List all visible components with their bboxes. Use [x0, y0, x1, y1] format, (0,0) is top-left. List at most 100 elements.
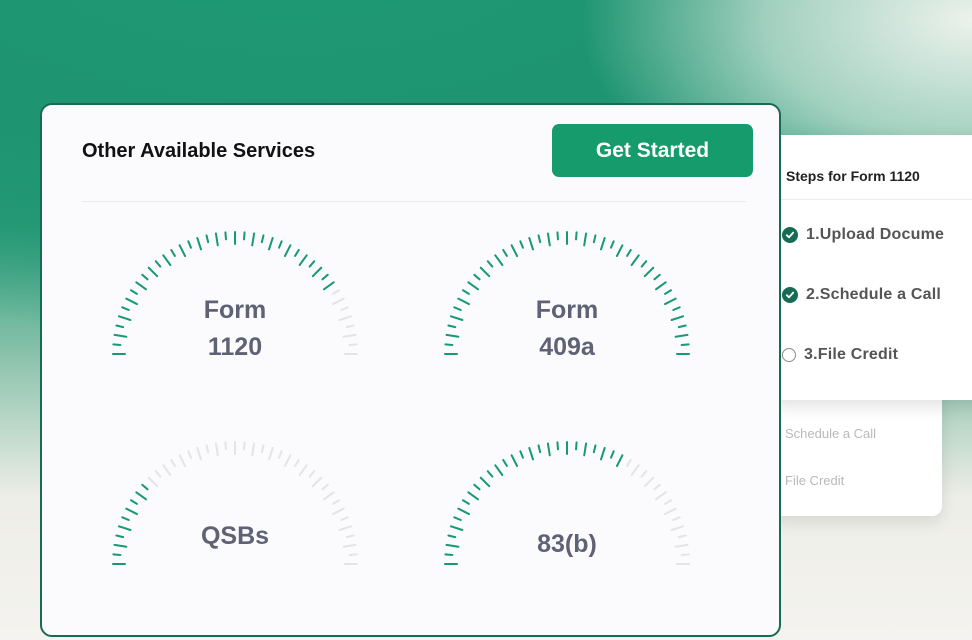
gauge-tick — [599, 446, 606, 461]
gauge-tick — [640, 260, 648, 268]
gauge-tick — [243, 441, 246, 451]
steps-panel: Steps for Form 1120 1.Upload Docume 2.Sc… — [770, 135, 972, 400]
step-label: 2.Schedule a Call — [806, 286, 942, 303]
gauge-tick — [135, 281, 148, 291]
gauge-tick — [546, 232, 551, 247]
gauge-label-line2: 83(b) — [537, 530, 597, 558]
gauge-tick — [170, 458, 176, 467]
gauge-tick — [510, 454, 519, 467]
gauge-tick — [162, 464, 172, 477]
gauge-tick — [494, 464, 504, 477]
gauge-tick — [196, 236, 203, 251]
gauge-tick — [298, 254, 308, 267]
services-card: Other Available Services Get Started For… — [40, 103, 781, 637]
gauge-tick — [640, 470, 648, 478]
gauge-tick — [664, 499, 673, 505]
gauge-tick — [653, 273, 661, 281]
gauge-tick — [251, 232, 256, 247]
gauge-tick — [615, 454, 624, 467]
step-schedule-call[interactable]: 2.Schedule a Call — [782, 286, 941, 304]
step-upload-documents[interactable]: 1.Upload Docume — [782, 226, 944, 244]
gauge-tick — [473, 483, 481, 491]
gauge-tick — [308, 260, 316, 268]
gauge-tick — [461, 499, 470, 505]
gauge-tick — [519, 240, 524, 249]
gauge-tick — [473, 273, 481, 281]
gauge-tick — [626, 248, 632, 257]
gauge-tick — [162, 254, 172, 267]
gauge-form-1120[interactable]: Form 1120 — [105, 223, 365, 363]
card-title: Other Available Services — [82, 140, 316, 162]
gauge-tick — [479, 266, 491, 278]
gauge-tick — [486, 260, 494, 268]
gauge-tick — [308, 470, 316, 478]
gauge-tick — [332, 507, 345, 516]
gauge-tick — [630, 464, 640, 477]
gauge-tick — [283, 244, 292, 257]
gauge-tick — [322, 281, 335, 291]
gauge-tick — [453, 516, 462, 521]
steps-panel-background: Schedule a Call File Credit — [770, 390, 942, 516]
gauge-label-line1: Form — [203, 296, 267, 324]
gauge-tick — [298, 464, 308, 477]
gauge-tick — [502, 458, 508, 467]
gauge-tick — [283, 454, 292, 467]
gauge-tick — [615, 244, 624, 257]
bg-step-file-credit: File Credit — [785, 473, 845, 488]
step-label: 3.File Credit — [804, 346, 899, 363]
gauge-tick — [583, 442, 588, 457]
gauge-tick — [321, 483, 329, 491]
gauge-tick — [575, 231, 578, 241]
gauge-tick — [537, 234, 542, 244]
gauge-tick — [654, 491, 667, 501]
step-file-credit[interactable]: 3.File Credit — [782, 346, 898, 364]
gauge-tick — [243, 231, 246, 241]
gauge-label-line1: QSBs — [200, 522, 270, 550]
gauge-tick — [205, 234, 210, 244]
gauge-tick — [519, 450, 524, 459]
gauge-tick — [664, 507, 677, 516]
gauge-tick — [294, 248, 300, 257]
gauge-tick — [643, 476, 655, 488]
gauge-tick — [267, 446, 274, 461]
gauge-tick — [251, 442, 256, 457]
gauge-tick — [654, 281, 667, 291]
gauge-tick — [610, 240, 615, 249]
empty-circle-icon — [782, 348, 796, 362]
gauge-tick — [214, 232, 219, 247]
gauge-tick — [537, 444, 542, 454]
gauge-tick — [467, 281, 480, 291]
gauge-tick — [556, 441, 559, 451]
get-started-button[interactable]: Get Started — [552, 124, 753, 177]
gauge-qsbs[interactable]: QSBs — [105, 433, 365, 573]
gauge-tick — [332, 499, 341, 505]
gauge-tick — [643, 266, 655, 278]
gauge-label-line2: 1120 — [207, 333, 263, 361]
gauge-tick — [125, 507, 138, 516]
gauge-tick — [141, 273, 149, 281]
gauge-tick — [129, 499, 138, 505]
gauge-tick — [294, 458, 300, 467]
gauge-tick — [214, 442, 219, 457]
gauge-form-409a[interactable]: Form 409a — [437, 223, 697, 363]
gauge-label-line2: 409a — [539, 333, 595, 361]
gauge-tick — [260, 234, 265, 244]
gauge-tick — [599, 236, 606, 251]
gauge-tick — [278, 240, 283, 249]
gauge-tick — [187, 450, 192, 459]
gauge-tick — [479, 476, 491, 488]
gauge-tick — [510, 244, 519, 257]
gauge-tick — [592, 234, 597, 244]
gauge-tick — [154, 260, 162, 268]
steps-divider — [780, 199, 972, 200]
gauge-tick — [486, 470, 494, 478]
gauge-tick — [205, 444, 210, 454]
gauge-tick — [546, 442, 551, 457]
gauge-tick — [556, 231, 559, 241]
gauge-tick — [626, 458, 632, 467]
gauge-tick — [154, 470, 162, 478]
gauge-tick — [583, 232, 588, 247]
gauge-tick — [224, 231, 227, 241]
gauge-tick — [187, 240, 192, 249]
gauge-83b[interactable]: 83(b) — [437, 433, 697, 573]
